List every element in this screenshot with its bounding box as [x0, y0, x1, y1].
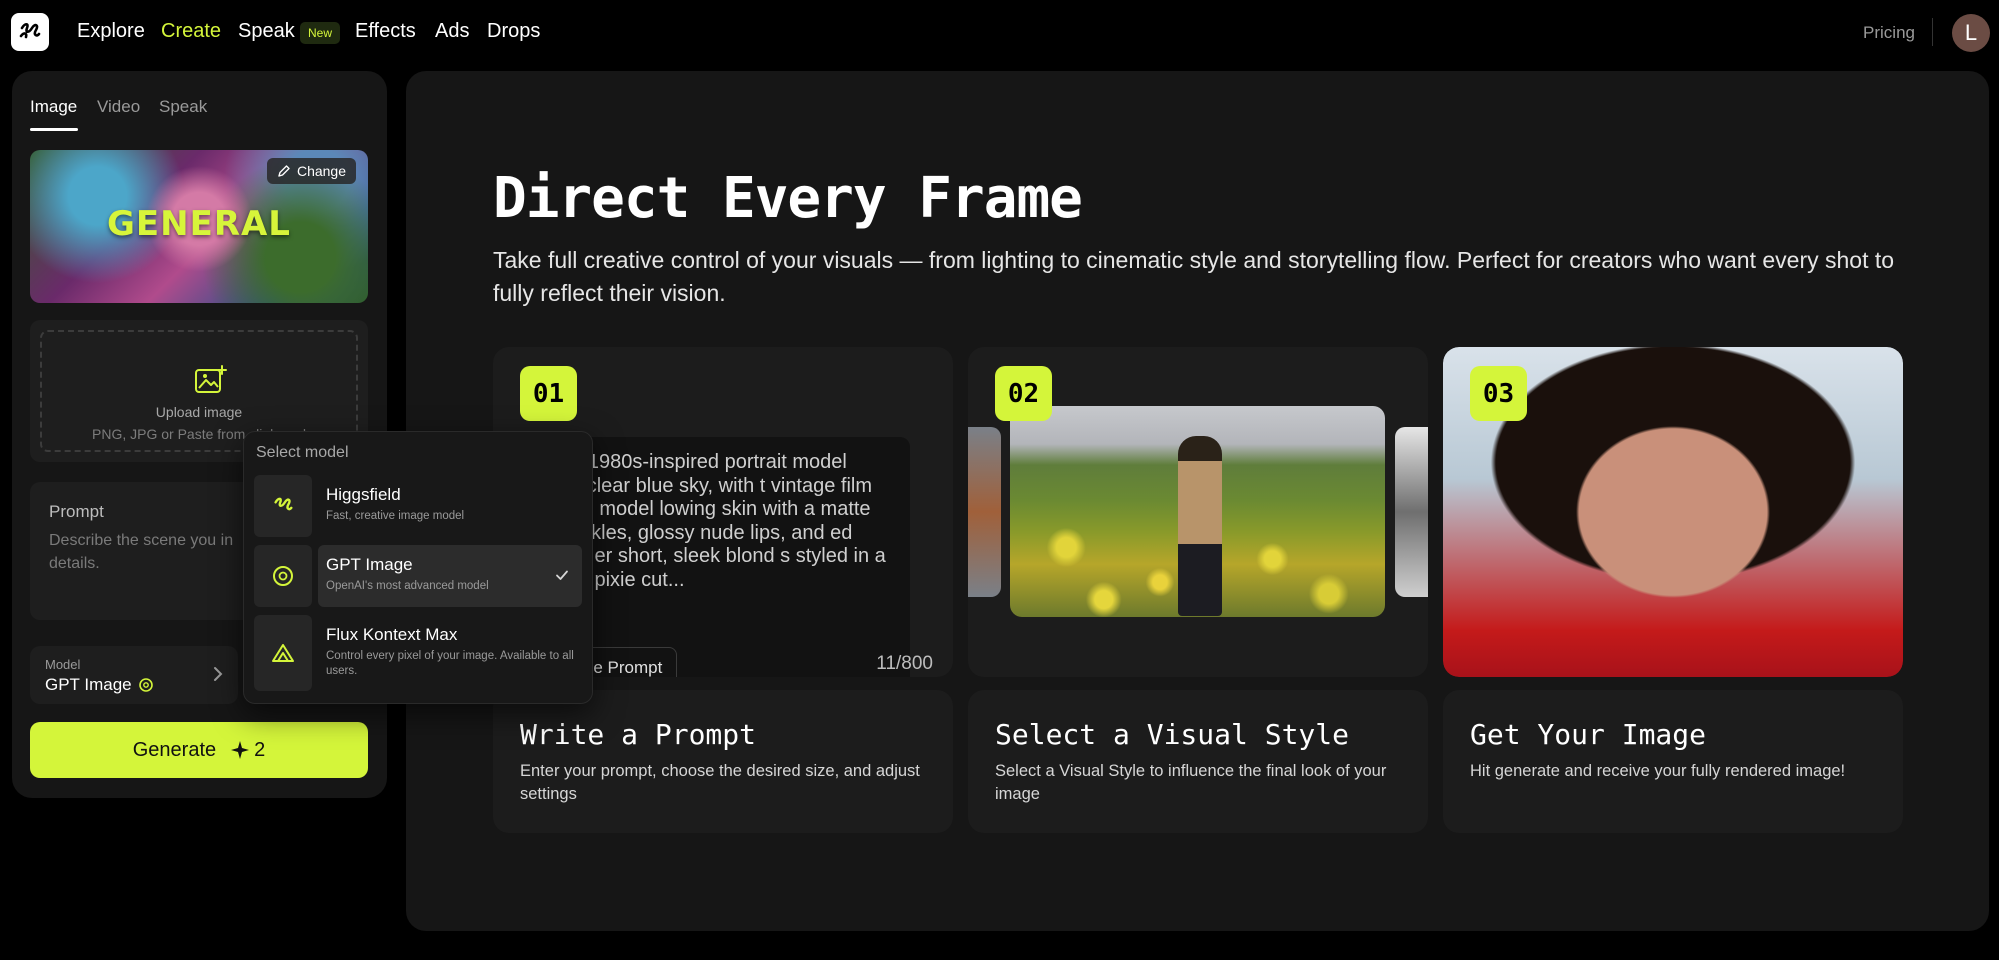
model-option-desc: Fast, creative image model [326, 510, 465, 522]
openai-icon [254, 545, 312, 607]
higgsfield-logo-icon[interactable] [11, 13, 49, 51]
upload-label: Upload image [155, 404, 243, 420]
step-text: Select a Visual Style to influence the f… [995, 762, 1387, 803]
model-option-name: GPT Image [326, 555, 413, 574]
nav-effects[interactable]: Effects [355, 20, 416, 43]
nav-divider [1932, 18, 1933, 46]
style-thumb-main [1010, 406, 1385, 617]
active-tab-indicator [30, 128, 78, 131]
model-menu-title: Select model [256, 444, 349, 461]
top-nav: Explore Create Speak New Effects Ads Dro… [0, 0, 1999, 66]
step-caption-write-prompt: Write a Prompt Enter your prompt, choose… [493, 690, 953, 833]
image-add-icon [195, 365, 227, 393]
flux-icon [254, 615, 312, 691]
step-card-get-image: 03 [1443, 347, 1903, 677]
new-badge: New [300, 22, 341, 44]
sparkle-icon [231, 741, 250, 759]
step-number: 02 [995, 366, 1052, 421]
step-card-visual-style: 02 [968, 347, 1428, 677]
generate-label: Generate [132, 738, 217, 761]
nav-ads[interactable]: Ads [435, 20, 469, 43]
model-value-text: GPT Image [45, 675, 132, 694]
change-label: Change [296, 163, 346, 179]
char-count: 11/800 [876, 653, 933, 674]
pencil-icon [278, 165, 290, 177]
step-number: 03 [1470, 366, 1527, 421]
model-dropdown: Select model Higgsfield Fast, creative i… [243, 431, 593, 704]
step-title: Get Your Image [1470, 718, 1707, 751]
step-caption-visual-style: Select a Visual Style Select a Visual St… [968, 690, 1428, 833]
preview-title: GENERAL [107, 204, 291, 244]
person-figure [1178, 436, 1222, 616]
step-text: Hit generate and receive your fully rend… [1470, 762, 1846, 780]
style-thumb-right [1395, 427, 1428, 597]
openai-icon [138, 678, 153, 692]
hero-subtitle: Take full creative control of your visua… [493, 247, 1895, 306]
prompt-placeholder[interactable]: Describe the scene you in details. [49, 529, 259, 575]
model-option-desc: OpenAI's most advanced model [326, 580, 489, 592]
chevron-right-icon [214, 667, 223, 681]
hero-title: Direct Every Frame [493, 166, 1083, 231]
model-option-desc: Control every pixel of your image. Avail… [326, 650, 574, 677]
tab-video[interactable]: Video [97, 97, 140, 117]
nav-explore[interactable]: Explore [77, 20, 145, 43]
prompt-label: Prompt [49, 502, 104, 521]
generate-button[interactable]: Generate 2 [30, 722, 368, 778]
change-button[interactable]: Change [266, 158, 356, 184]
style-thumb-left [968, 427, 1001, 597]
step-title: Select a Visual Style [995, 718, 1350, 751]
model-selector[interactable]: Model GPT Image [30, 646, 238, 704]
avatar[interactable]: L [1952, 14, 1990, 52]
tab-image[interactable]: Image [30, 97, 77, 117]
model-value: GPT Image [45, 675, 154, 695]
style-preview-image[interactable]: GENERAL Change [30, 150, 368, 303]
model-option-higgsfield[interactable]: Higgsfield Fast, creative image model [254, 475, 582, 537]
generate-cost: 2 [230, 739, 265, 762]
generate-cost-value: 2 [254, 738, 266, 761]
nav-drops[interactable]: Drops [487, 20, 540, 43]
step-title: Write a Prompt [520, 718, 757, 751]
model-option-flux-kontext-max[interactable]: Flux Kontext Max Control every pixel of … [254, 615, 582, 691]
nav-speak[interactable]: Speak [238, 20, 295, 43]
model-option-name: Flux Kontext Max [326, 625, 458, 644]
check-icon [556, 570, 568, 580]
higgsfield-icon [254, 475, 312, 537]
step-text: Enter your prompt, choose the desired si… [520, 762, 920, 803]
nav-create[interactable]: Create [161, 20, 221, 43]
step-number: 01 [520, 366, 577, 421]
model-label: Model [45, 657, 81, 672]
step-caption-get-image: Get Your Image Hit generate and receive … [1443, 690, 1903, 833]
model-option-name: Higgsfield [326, 485, 401, 504]
model-option-gpt-image[interactable]: GPT Image OpenAI's most advanced model [254, 545, 582, 607]
tab-speak[interactable]: Speak [159, 97, 207, 117]
nav-pricing[interactable]: Pricing [1863, 23, 1915, 43]
